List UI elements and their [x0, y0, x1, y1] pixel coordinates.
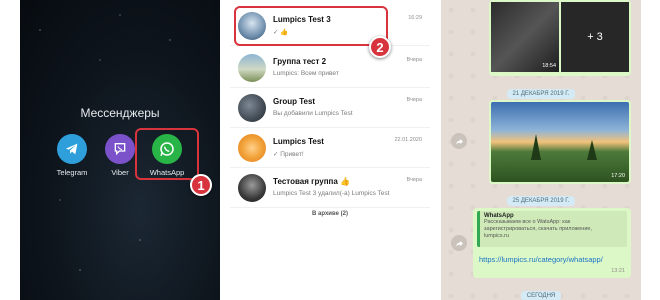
- date-separator: СЕГОДНЯ: [441, 284, 641, 300]
- message-time: 18:54: [542, 63, 556, 69]
- chat-time: 22.01.2020: [394, 137, 422, 143]
- chat-time: Вчера: [406, 97, 422, 103]
- chat-preview: Вы добавили Lumpics Test: [273, 110, 353, 117]
- telegram-icon: [57, 134, 87, 164]
- link-preview[interactable]: WhatsApp Рассказываем все о WatsApp: как…: [477, 211, 627, 247]
- date-label: 21 ДЕКАБРЯ 2019 Г.: [506, 89, 576, 99]
- avatar: [238, 54, 266, 82]
- chat-name: Group Test: [273, 97, 316, 106]
- step-badge-2: 2: [369, 36, 391, 58]
- chat-time: Вчера: [406, 177, 422, 183]
- link-preview-site: lumpics.ru: [484, 233, 510, 239]
- date-separator: 25 ДЕКАБРЯ 2019 Г.: [441, 189, 641, 207]
- message-time: 17:20: [611, 173, 625, 179]
- tree-shape: [587, 140, 597, 160]
- media-group-message[interactable]: 18:54 + 3: [489, 0, 631, 76]
- link-url[interactable]: https://lumpics.ru/category/whatsapp/: [479, 255, 603, 264]
- chat-item-group-test[interactable]: Group Test Вы добавили Lumpics Test Вчер…: [230, 88, 430, 128]
- chat-preview: Lumpics: Всем привет: [273, 70, 339, 77]
- avatar: [238, 134, 266, 162]
- chat-time: Вчера: [406, 57, 422, 63]
- date-label: СЕГОДНЯ: [520, 291, 562, 300]
- conversation-screen: 18:54 + 3 21 ДЕКАБРЯ 2019 Г. 17:20 25 ДЕ…: [441, 0, 641, 300]
- chat-preview: Lumpics Test 3 удалил(-а) Lumpics Test: [273, 190, 390, 197]
- link-preview-description: Рассказываем все о WatsApp: как зарегист…: [484, 219, 593, 232]
- avatar: [238, 174, 266, 202]
- chat-item-group-test-2[interactable]: Группа тест 2 Lumpics: Всем привет Вчера: [230, 48, 430, 88]
- chat-item-lumpics-test[interactable]: Lumpics Test ✓ Привет! 22.01.2020: [230, 128, 430, 168]
- chat-item-test-group[interactable]: Тестовая группа 👍 Lumpics Test 3 удалил(…: [230, 168, 430, 208]
- date-separator: 21 ДЕКАБРЯ 2019 Г.: [441, 82, 641, 100]
- archived-chats-link[interactable]: В архиве (2): [230, 211, 430, 217]
- date-label: 25 ДЕКАБРЯ 2019 Г.: [506, 196, 576, 206]
- forward-icon[interactable]: [451, 133, 467, 149]
- media-thumbnail[interactable]: 18:54: [491, 2, 559, 72]
- link-message[interactable]: WhatsApp Рассказываем все о WatsApp: как…: [473, 208, 631, 278]
- step-badge-1: 1: [190, 174, 212, 196]
- tree-shape: [531, 134, 541, 160]
- highlight-chat-item: [234, 6, 388, 46]
- chat-time: 16:29: [408, 15, 422, 21]
- folder-title: Мессенджеры: [80, 106, 160, 120]
- chat-preview: ✓ Привет!: [273, 151, 304, 158]
- photo-message[interactable]: 17:20: [489, 100, 631, 184]
- highlight-whatsapp: [135, 128, 199, 180]
- chat-name: Группа тест 2: [273, 57, 327, 66]
- forward-icon[interactable]: [451, 235, 467, 251]
- chat-name: Тестовая группа 👍: [273, 177, 350, 186]
- media-thumbnail-more[interactable]: + 3: [561, 2, 629, 72]
- avatar: [238, 94, 266, 122]
- chat-name: Lumpics Test: [273, 137, 324, 146]
- more-media-count: + 3: [561, 2, 629, 72]
- landscape-photo: 17:20: [491, 102, 629, 182]
- viber-icon: [105, 134, 135, 164]
- screenshot-stage: Мессенджеры Telegram Viber WhatsApp 1 Lu…: [0, 0, 660, 300]
- message-time: 13:21: [611, 268, 625, 274]
